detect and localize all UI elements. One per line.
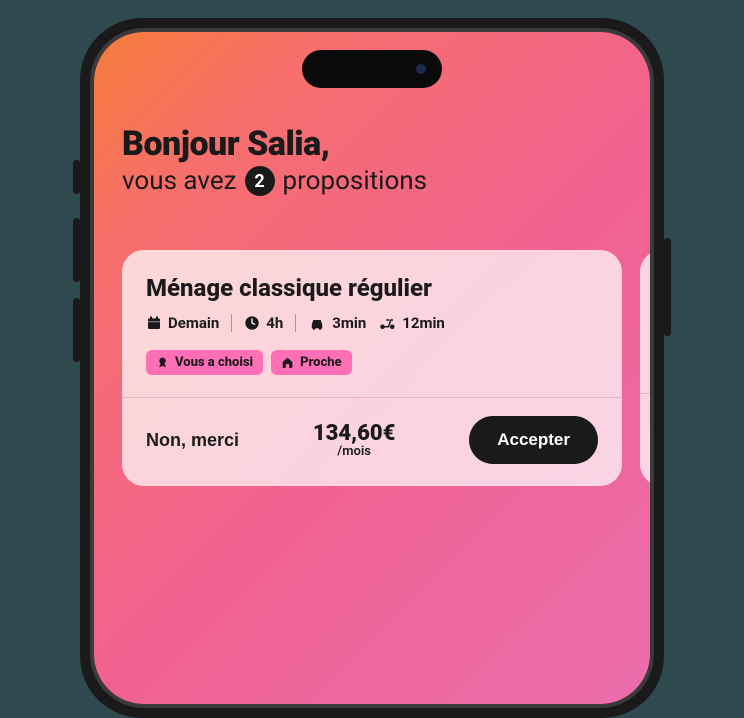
divider: [231, 314, 232, 332]
app-screen: Bonjour Salia, vous avez 2 propositions …: [94, 32, 650, 704]
meta-date: Demain: [146, 314, 219, 332]
phone-power-button: [664, 238, 671, 336]
phone-side-button: [73, 160, 80, 194]
meta-duration: 4h: [244, 314, 283, 332]
proposal-count-badge: 2: [245, 166, 275, 196]
meta-scooter-label: 12min: [402, 314, 445, 332]
meta-duration-label: 4h: [266, 314, 283, 332]
meta-drive-label: 3min: [332, 314, 366, 332]
decline-button[interactable]: Non, merci: [146, 430, 239, 451]
proposal-card[interactable]: Ménage classique régulier Demain 4h 3min: [122, 250, 622, 486]
proposal-footer: No: [640, 393, 650, 455]
calendar-icon: [146, 315, 162, 331]
phone-volume-up: [73, 218, 80, 282]
accept-button[interactable]: Accepter: [469, 416, 598, 464]
greeting-subtitle: vous avez 2 propositions: [122, 166, 622, 196]
meta-scooter: 12min: [378, 314, 445, 332]
proposal-title: Ménage classique régulier: [146, 274, 598, 302]
scooter-icon: [378, 315, 396, 331]
proposal-card-next[interactable]: M No: [640, 250, 650, 486]
car-icon: [308, 315, 326, 331]
phone-volume-down: [73, 298, 80, 362]
proposal-cards: Ménage classique régulier Demain 4h 3min: [122, 250, 650, 486]
proposal-tags: Vous a choisi Proche: [146, 350, 598, 375]
sub-prefix: vous avez: [122, 166, 237, 196]
home-icon: [281, 356, 294, 369]
meta-date-label: Demain: [168, 314, 219, 332]
tag-label: Vous a choisi: [175, 355, 253, 370]
medal-icon: [156, 356, 169, 369]
price-block: 134,60€ /mois: [253, 421, 455, 459]
tag-chose-you: Vous a choisi: [146, 350, 263, 375]
proposal-footer: Non, merci 134,60€ /mois Accepter: [122, 397, 622, 486]
tag-nearby: Proche: [271, 350, 352, 375]
meta-drive: 3min: [308, 314, 366, 332]
divider: [295, 314, 296, 332]
price-period: /mois: [253, 444, 455, 459]
clock-icon: [244, 315, 260, 331]
greeting-title: Bonjour Salia,: [122, 124, 622, 164]
phone-frame: Bonjour Salia, vous avez 2 propositions …: [80, 18, 664, 718]
sub-suffix: propositions: [283, 166, 428, 196]
price-amount: 134,60€: [313, 421, 395, 446]
tag-label: Proche: [300, 355, 342, 370]
dynamic-island: [302, 50, 442, 88]
proposal-meta: Demain 4h 3min 12min: [146, 314, 598, 332]
